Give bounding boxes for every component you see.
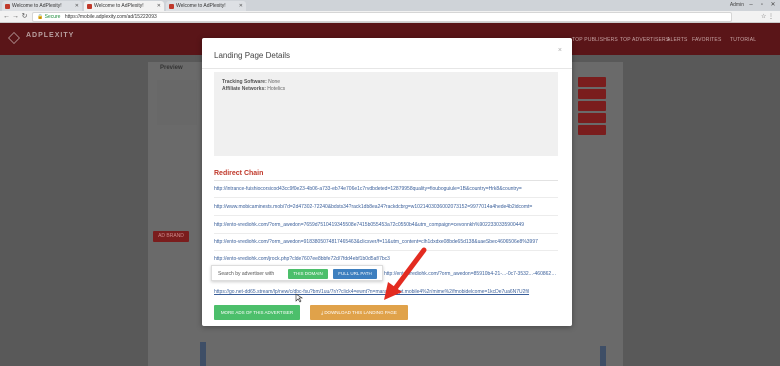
side-action-button[interactable] [578,89,606,99]
redirect-link[interactable]: http://ento-vrediohk.com/?orm_awedon=918… [214,239,558,245]
search-popover-label: Search by advertiser with [218,271,275,277]
search-this-domain-button[interactable]: THIS DOMAIN [288,269,328,279]
tab-label: Welcome to AdPlexity! [176,3,226,9]
redirect-chain-title: Redirect Chain [214,170,264,177]
profile-label[interactable]: Admin [730,1,744,10]
adplexity-favicon-icon [169,4,174,9]
affiliate-networks-value: Hotelics [267,86,286,92]
nav-tutorial[interactable]: TUTORIAL [730,37,756,43]
nav-top-publishers[interactable]: TOP PUBLISHERS [572,37,618,43]
divider [214,215,558,216]
side-action-button[interactable] [578,101,606,111]
adplexity-logo-icon [8,32,20,44]
search-by-advertiser-popover: Search by advertiser with THIS DOMAIN FU… [211,265,383,281]
brand-badge: AD BRAND [153,231,189,242]
forward-icon[interactable]: → [11,12,20,22]
tab-label: Welcome to AdPlexity! [12,3,62,9]
adplexity-favicon-icon [87,4,92,9]
redirect-link[interactable]: http://www.mobicaminests.mob/7d=2d47302-… [214,204,558,210]
maximize-icon[interactable]: ▫ [757,0,767,10]
nav-alerts[interactable]: ALERTS [667,37,688,43]
browser-tab-3[interactable]: Welcome to AdPlexity! ✕ [166,1,246,11]
reload-icon[interactable]: ↻ [20,12,29,22]
secure-label: Secure [44,14,61,20]
side-action-button[interactable] [578,125,606,135]
download-label: DOWNLOAD THIS LANDING PAGE [324,310,397,315]
close-icon[interactable]: × [558,47,562,54]
close-icon[interactable]: ✕ [75,1,79,11]
browser-tab-1[interactable]: Welcome to AdPlexity! ✕ [2,1,82,11]
divider [214,233,558,234]
tracking-software-value: None [268,79,281,85]
nav-top-advertisers[interactable]: TOP ADVERTISERS [620,37,669,43]
landing-info-box: Tracking Software: None Affiliate Networ… [214,72,558,156]
divider [202,68,572,69]
affiliate-networks-row: Affiliate Networks: Hotelics [222,86,285,92]
close-icon[interactable]: ✕ [157,1,161,11]
side-action-button[interactable] [578,77,606,87]
divider [214,180,558,181]
ad-thumbnail [157,80,197,125]
chart-bar [600,346,606,366]
more-ads-button[interactable]: MORE ADS OF THIS ADVERTISER [214,305,300,320]
app-logo[interactable]: ADPLEXITY [26,32,74,39]
tab-label: Welcome to AdPlexity! [94,3,144,9]
window-close-icon[interactable]: ✕ [768,0,778,10]
nav-favorites[interactable]: FAVORITES [692,37,722,43]
tracking-software-row: Tracking Software: None [222,79,280,85]
panel-title: Preview [160,65,183,71]
redirect-link[interactable]: http://ento-vrediohk.com/?orm_awedon=765… [214,222,558,228]
back-icon[interactable]: ← [2,12,11,22]
url-input[interactable]: 🔒 Secure https://mobile.adplexity.com/ad… [32,12,732,22]
download-landing-page-button[interactable]: ⤓ DOWNLOAD THIS LANDING PAGE [310,305,408,320]
browser-address-bar: ← → ↻ 🔒 Secure https://mobile.adplexity.… [0,11,780,23]
affiliate-networks-label: Affiliate Networks: [222,86,266,92]
annotation-arrow-icon [384,247,427,300]
browser-menu-icon[interactable]: ☆ ⋮ [761,13,774,21]
lock-icon: 🔒 [37,14,44,20]
search-full-url-button[interactable]: FULL URL PATH [333,269,377,279]
mouse-pointer-icon [295,293,303,303]
tracking-software-label: Tracking Software: [222,79,267,85]
adplexity-favicon-icon [5,4,10,9]
browser-tab-2[interactable]: Welcome to AdPlexity! ✕ [84,1,164,11]
browser-tab-bar: Welcome to AdPlexity! ✕ Welcome to AdPle… [0,0,780,11]
modal-title: Landing Page Details [214,51,291,60]
minimize-icon[interactable]: – [746,0,756,10]
side-action-button[interactable] [578,113,606,123]
redirect-link[interactable]: http://intrance-fuishiocorsicod43cc9f0e2… [214,186,558,192]
close-icon[interactable]: ✕ [239,1,243,11]
divider [214,197,558,198]
url-text: https://mobile.adplexity.com/ad/15222093 [64,14,157,20]
chart-bar [200,342,206,366]
